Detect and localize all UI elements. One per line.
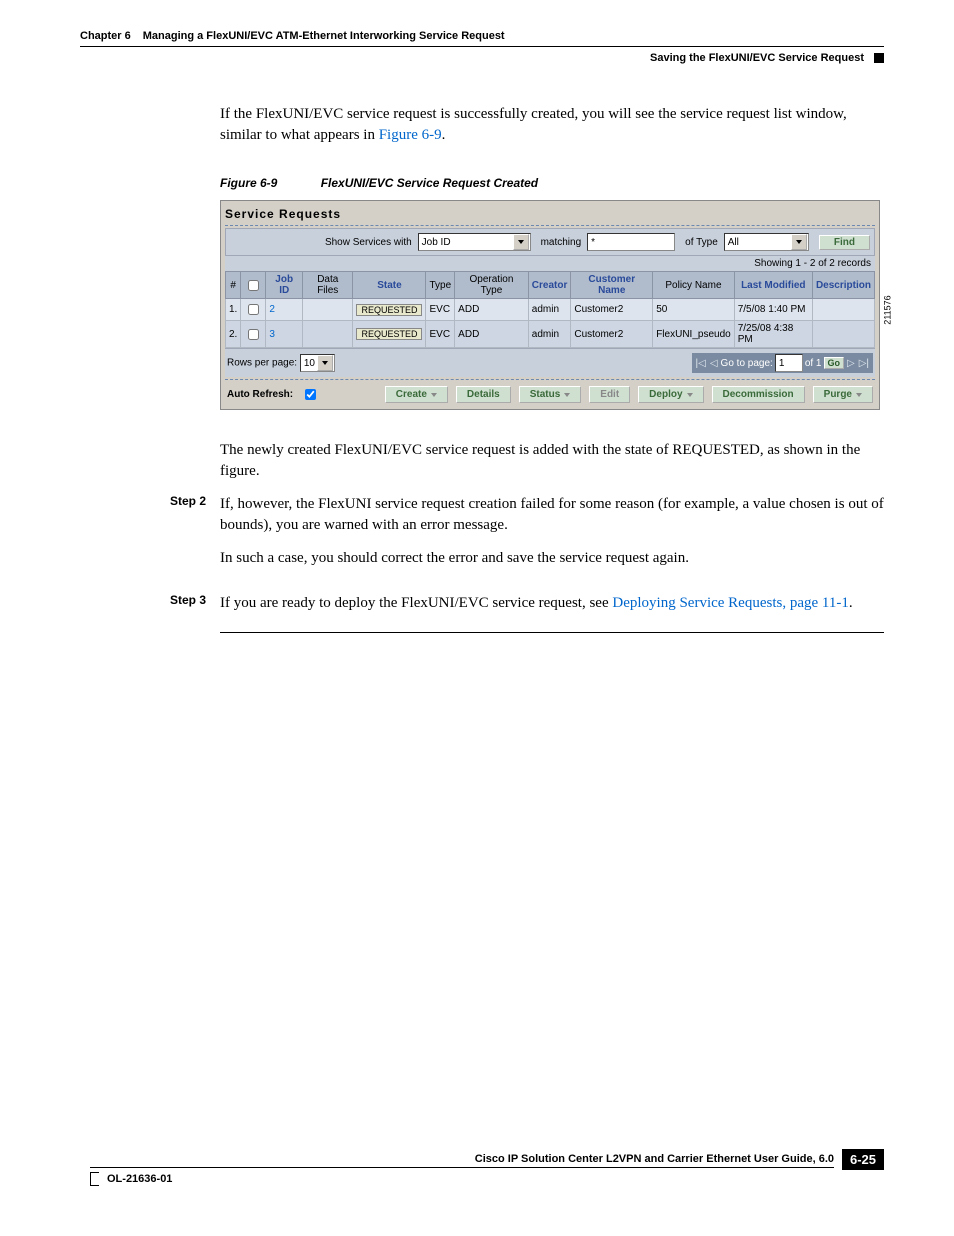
prev-page-icon[interactable]: ◁ [709,358,719,369]
chapter-label: Chapter 6 [80,30,131,42]
chevron-down-icon [513,234,529,250]
col-op-type[interactable]: Operation Type [455,272,529,299]
show-services-label: Show Services with [325,237,412,248]
page-number: 6-25 [842,1149,884,1170]
auto-refresh-checkbox[interactable] [305,389,316,400]
state-badge: REQUESTED [356,304,422,316]
matching-label: matching [541,237,582,248]
of-pages-label: of 1 [805,358,822,369]
chevron-down-icon [791,234,807,250]
status-button[interactable]: Status [519,386,582,403]
col-state[interactable]: State [353,272,426,299]
chapter-title: Managing a FlexUNI/EVC ATM-Ethernet Inte… [143,30,505,42]
step-2-label: Step 2 [80,494,220,581]
rows-per-page-select[interactable]: 10 [300,354,335,372]
state-badge: REQUESTED [356,328,422,340]
decommission-button[interactable]: Decommission [712,386,805,403]
header-marker-icon [874,53,884,63]
row-checkbox[interactable] [248,304,259,315]
intro-paragraph: If the FlexUNI/EVC service request is su… [220,104,884,146]
row-checkbox[interactable] [248,329,259,340]
step-2-p2: In such a case, you should correct the e… [220,548,884,569]
of-type-select[interactable]: All [724,233,809,251]
goto-page-label: Go to page: [721,358,773,369]
purge-button[interactable]: Purge [813,386,873,403]
go-button[interactable]: Go [824,357,845,369]
next-page-icon[interactable]: ▷ [846,358,856,369]
col-type[interactable]: Type [426,272,455,299]
step-3-label: Step 3 [80,593,220,626]
pager-bar: Rows per page: 10 |◁ ◁ Go to page: 1 of … [225,348,875,377]
page-footer: Cisco IP Solution Center L2VPN and Carri… [80,1153,884,1206]
details-button[interactable]: Details [456,386,511,403]
col-check [241,272,266,299]
col-customer[interactable]: Customer Name [571,272,653,299]
select-all-checkbox[interactable] [248,280,259,291]
figure-reference-link[interactable]: Figure 6-9 [379,127,442,143]
record-count-label: Showing 1 - 2 of 2 records [225,256,875,271]
chevron-down-icon [564,393,570,397]
step-3-paragraph: If you are ready to deploy the FlexUNI/E… [220,593,884,614]
figure-title: FlexUNI/EVC Service Request Created [321,176,538,190]
service-requests-panel: Service Requests Show Services with Job … [220,200,880,410]
col-policy[interactable]: Policy Name [653,272,734,299]
footer-doc-id: OL-21636-01 [107,1173,172,1185]
find-button[interactable]: Find [819,235,870,250]
table-row: 1. 2 REQUESTED EVC ADD admin Customer2 5… [226,299,875,321]
auto-refresh-label: Auto Refresh: [227,389,293,400]
chevron-down-icon [431,393,437,397]
first-page-icon[interactable]: |◁ [695,358,707,369]
deploying-link[interactable]: Deploying Service Requests, page 11-1 [612,595,848,611]
figure-caption: Figure 6-9 FlexUNI/EVC Service Request C… [220,176,884,190]
of-type-label: of Type [685,237,718,248]
section-header: Saving the FlexUNI/EVC Service Request [80,49,884,104]
figure-image-id: 211576 [882,295,892,324]
last-page-icon[interactable]: ▷| [858,358,870,369]
show-field-select[interactable]: Job ID [418,233,531,251]
action-bar: Auto Refresh: Create Details Status Edit… [225,380,875,405]
col-description[interactable]: Description [812,272,874,299]
filter-bar: Show Services with Job ID matching * of … [225,228,875,256]
step-2-p1: If, however, the FlexUNI service request… [220,494,884,536]
job-id-link[interactable]: 2 [269,304,275,315]
figure-number: Figure 6-9 [220,176,277,190]
running-header: Chapter 6 Managing a FlexUNI/EVC ATM-Eth… [80,30,884,47]
service-requests-table: # Job ID Data Files State Type Operation… [225,271,875,348]
job-id-link[interactable]: 3 [269,329,275,340]
chevron-down-icon [687,393,693,397]
chevron-down-icon [317,355,333,371]
create-button[interactable]: Create [385,386,448,403]
post-figure-paragraph: The newly created FlexUNI/EVC service re… [220,440,884,482]
matching-input[interactable]: * [587,233,675,251]
col-job-id[interactable]: Job ID [266,272,303,299]
footer-guide-title: Cisco IP Solution Center L2VPN and Carri… [90,1153,834,1168]
col-data-files[interactable]: Data Files [303,272,353,299]
rows-per-page-label: Rows per page: [227,358,297,369]
footer-marker-icon [90,1172,99,1186]
section-end-rule [220,632,884,633]
goto-page-input[interactable]: 1 [775,354,803,372]
panel-title: Service Requests [225,205,875,225]
deploy-button[interactable]: Deploy [638,386,703,403]
chevron-down-icon [856,393,862,397]
col-num: # [226,272,241,299]
col-last-modified[interactable]: Last Modified [734,272,812,299]
table-row: 2. 3 REQUESTED EVC ADD admin Customer2 F… [226,321,875,348]
edit-button[interactable]: Edit [589,386,630,403]
col-creator[interactable]: Creator [528,272,571,299]
section-title: Saving the FlexUNI/EVC Service Request [650,52,864,64]
